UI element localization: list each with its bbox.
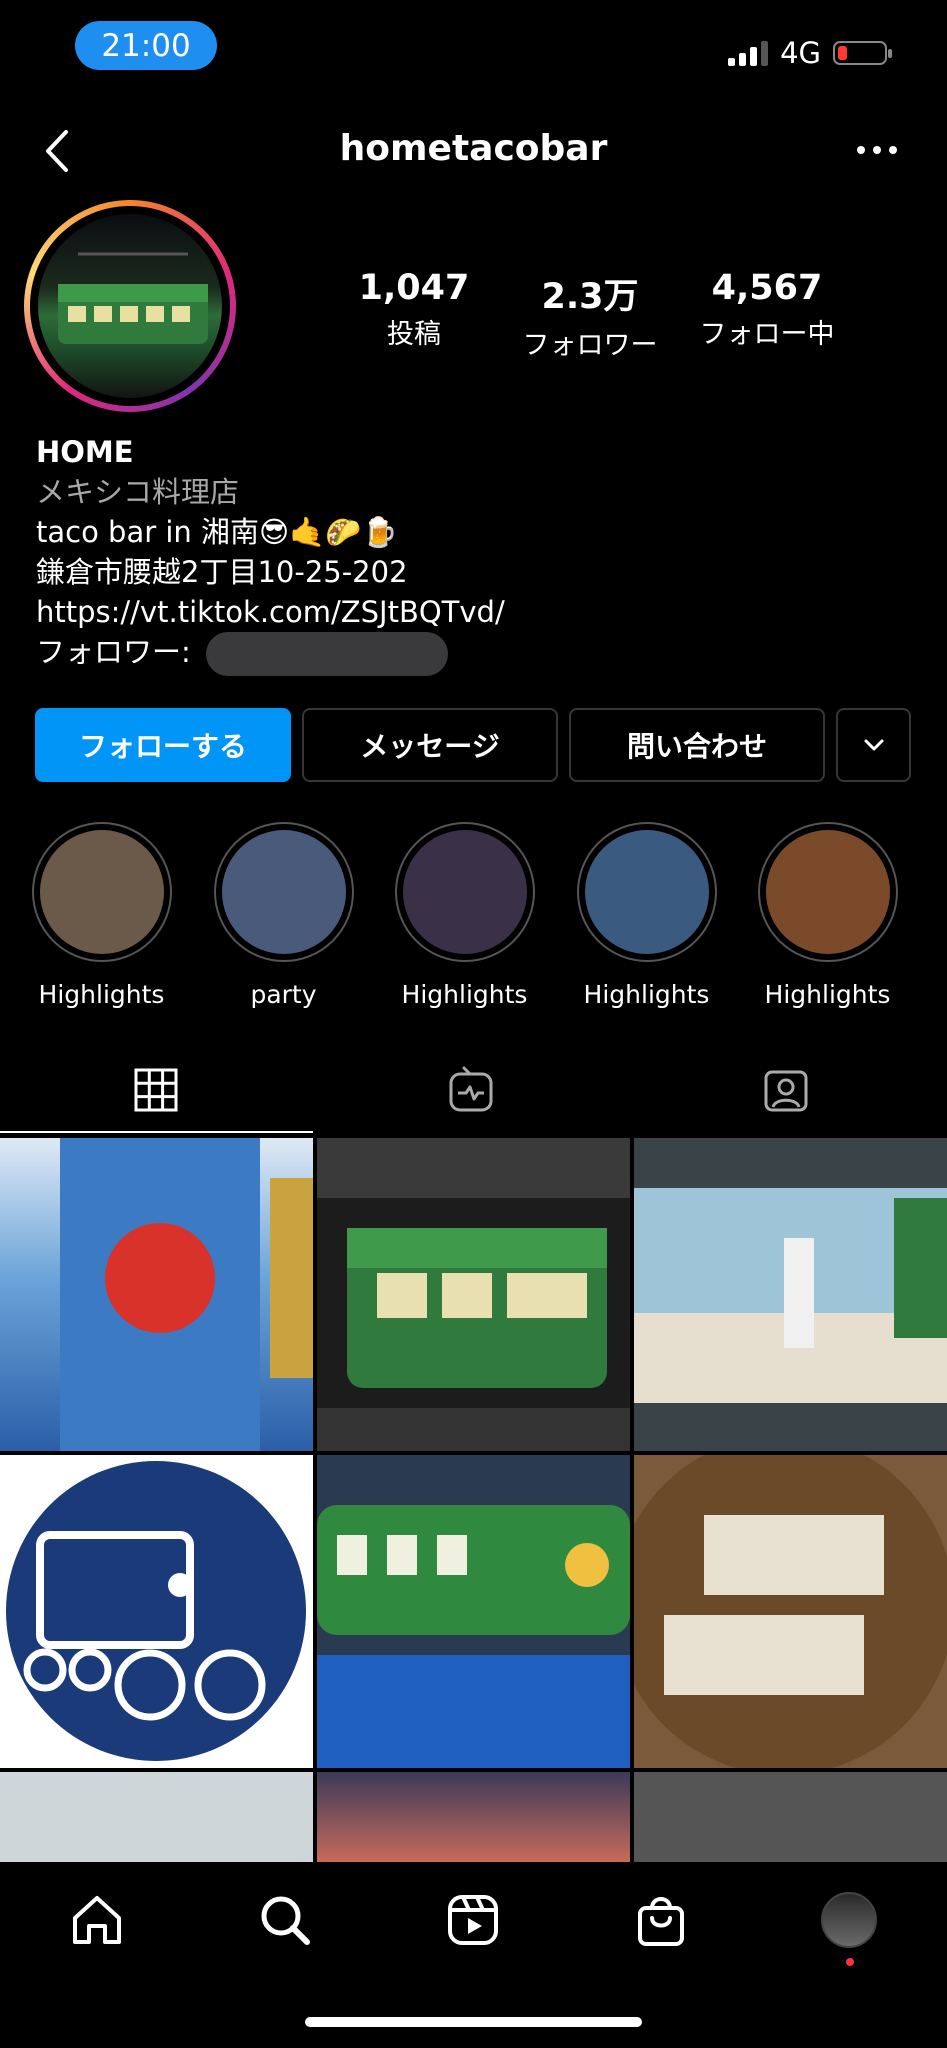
reels-tv-icon[interactable] <box>446 1065 496 1115</box>
profile-avatar[interactable] <box>24 200 236 412</box>
status-time: 21:00 <box>75 21 217 70</box>
highlight-label: Highlights <box>583 980 710 1009</box>
stat-following[interactable]: 4,567 フォロー中 <box>682 268 852 351</box>
highlight-label: Highlights <box>38 980 165 1009</box>
following-count: 4,567 <box>711 268 823 308</box>
highlight-item[interactable]: Highlights <box>392 822 537 1009</box>
status-indicators: 4G <box>728 36 892 70</box>
active-tab-indicator <box>0 1131 313 1133</box>
chevron-down-icon <box>864 739 883 751</box>
more-options-icon[interactable] <box>855 140 899 160</box>
reels-icon[interactable] <box>445 1892 501 1948</box>
notification-dot <box>846 1958 854 1966</box>
stat-posts[interactable]: 1,047 投稿 <box>329 268 499 351</box>
profile-name: HOME <box>36 435 134 469</box>
bio-link[interactable]: https://vt.tiktok.com/ZSJtBQTvd/ <box>36 592 505 632</box>
post-thumbnail[interactable] <box>634 1772 947 1862</box>
battery-icon <box>833 41 892 65</box>
followed-by-label: フォロワー: <box>36 635 200 669</box>
highlight-label: party <box>250 980 317 1009</box>
post-thumbnail[interactable] <box>317 1772 630 1862</box>
contact-button[interactable]: 問い合わせ <box>569 708 825 782</box>
tagged-person-icon[interactable] <box>761 1065 811 1115</box>
profile-avatar-icon[interactable] <box>821 1892 877 1948</box>
highlight-label: Highlights <box>401 980 528 1009</box>
profile-username: hometacobar <box>339 128 608 169</box>
post-thumbnail[interactable] <box>317 1138 630 1451</box>
post-thumbnail[interactable] <box>634 1455 947 1768</box>
avatar-photo <box>38 214 222 398</box>
profile-category[interactable]: メキシコ料理店 <box>36 472 505 512</box>
highlight-cover <box>213 822 354 962</box>
post-thumbnail[interactable] <box>634 1138 947 1451</box>
highlight-cover <box>31 822 172 962</box>
profile-tabs <box>0 1045 947 1135</box>
bio-address[interactable]: 鎌倉市腰越2丁目10-25-202 <box>36 552 505 592</box>
posts-count: 1,047 <box>358 268 470 308</box>
followers-label: フォロワー <box>522 330 658 361</box>
message-button[interactable]: メッセージ <box>302 708 558 782</box>
search-icon[interactable] <box>257 1892 313 1948</box>
post-thumbnail[interactable] <box>0 1138 313 1451</box>
grid-icon[interactable] <box>131 1065 181 1115</box>
posts-label: 投稿 <box>387 319 441 350</box>
post-thumbnail[interactable] <box>0 1772 313 1862</box>
following-label: フォロー中 <box>699 319 835 350</box>
suggestions-dropdown-button[interactable] <box>836 708 911 782</box>
highlight-item[interactable]: Highlights <box>755 822 900 1009</box>
highlight-item[interactable]: Highlights <box>29 822 174 1009</box>
highlight-cover <box>757 822 898 962</box>
network-type: 4G <box>780 36 821 70</box>
follow-button[interactable]: フォローする <box>35 708 291 782</box>
followed-by[interactable]: フォロワー: <box>36 632 505 676</box>
signal-icon <box>728 40 769 66</box>
profile-bio: HOME メキシコ料理店 taco bar in 湘南😎🤙🌮🍺 鎌倉市腰越2丁目… <box>36 432 505 676</box>
post-thumbnail[interactable] <box>317 1455 630 1768</box>
highlight-cover <box>576 822 717 962</box>
home-icon[interactable] <box>69 1892 125 1948</box>
highlight-cover <box>394 822 535 962</box>
post-thumbnail[interactable] <box>0 1455 313 1768</box>
highlight-item[interactable]: Highlights <box>574 822 719 1009</box>
bio-line: taco bar in 湘南😎🤙🌮🍺 <box>36 515 398 549</box>
followers-count: 2.3万 <box>541 277 639 317</box>
shop-icon[interactable] <box>633 1892 689 1948</box>
highlight-item[interactable]: party <box>211 822 356 1009</box>
redacted-block <box>206 632 448 676</box>
highlight-label: Highlights <box>764 980 891 1009</box>
home-indicator <box>305 2017 642 2027</box>
stat-followers[interactable]: 2.3万 フォロワー <box>505 268 675 362</box>
